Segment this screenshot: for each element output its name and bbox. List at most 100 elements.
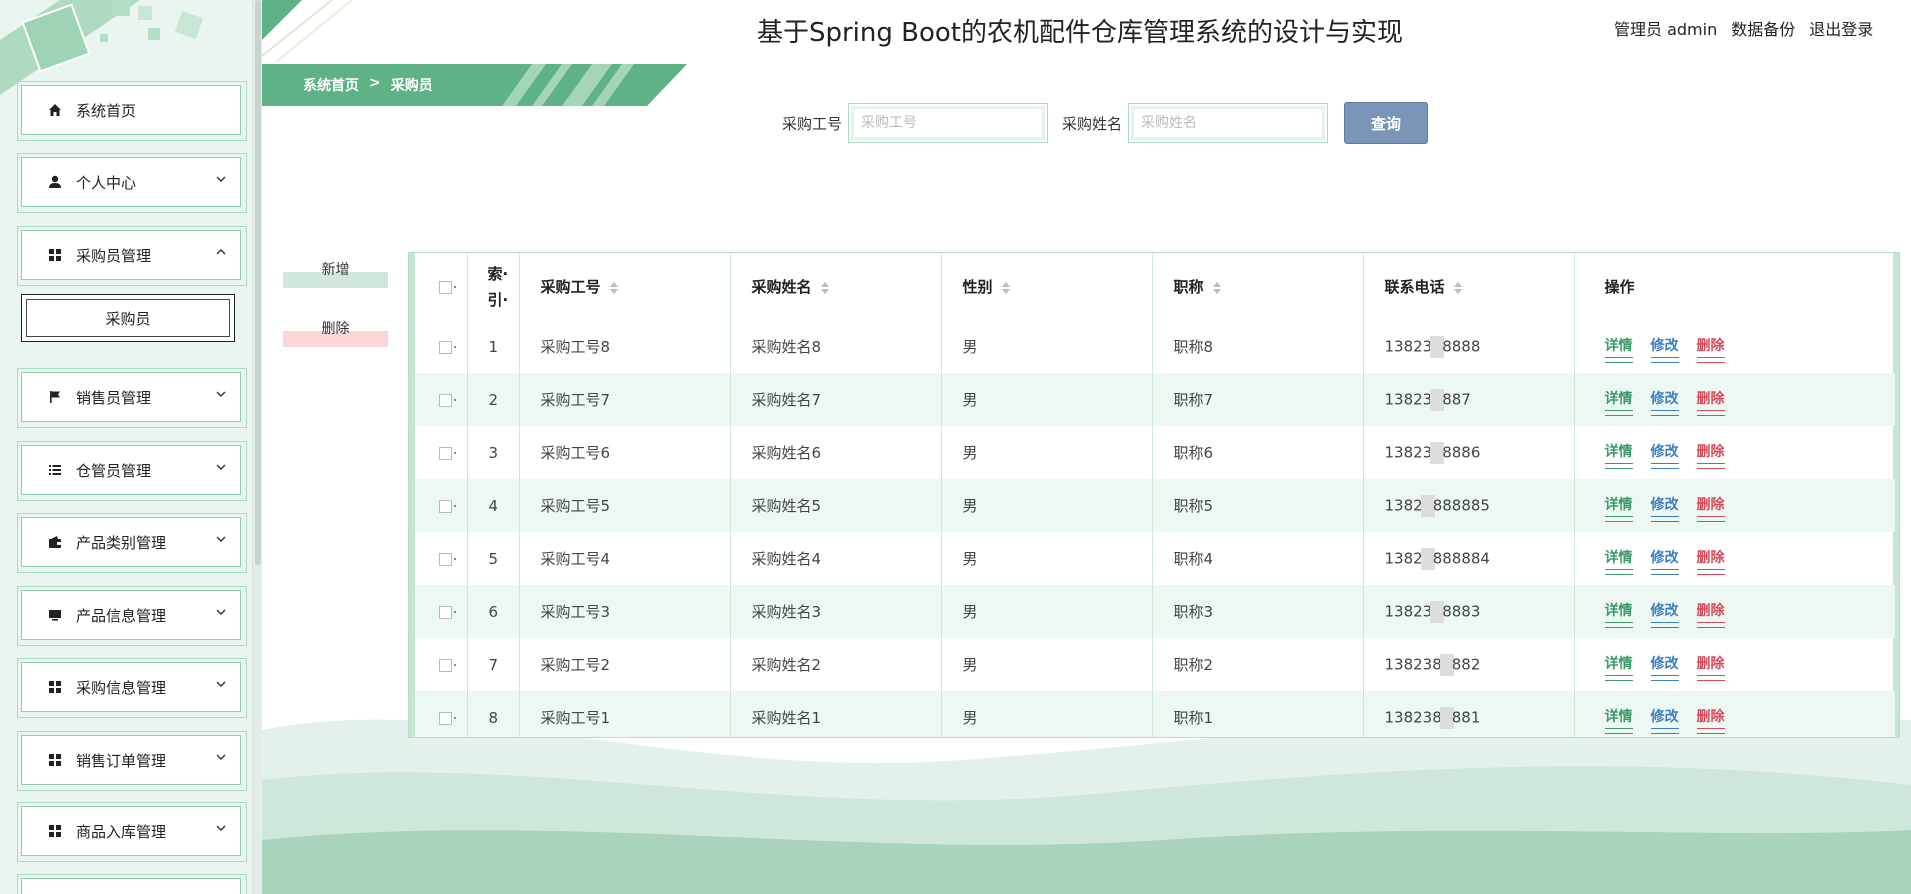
row-gender: 男 (941, 426, 1153, 479)
edit-link[interactable]: 修改 (1650, 441, 1679, 469)
row-checkbox[interactable] (439, 658, 452, 672)
row-phone-prefix: 138238 (1384, 708, 1442, 726)
row-gender: 男 (941, 638, 1153, 691)
edit-link[interactable]: 修改 (1650, 494, 1679, 522)
table-row: 7 采购工号2 采购姓名2 男 职称2 138238 882 详情 修改 删除 (415, 638, 1895, 691)
row-phone-suffix: 8888 (1442, 337, 1481, 355)
delete-link[interactable]: 删除 (1696, 441, 1725, 469)
edit-link[interactable]: 修改 (1650, 706, 1679, 734)
edit-link[interactable]: 修改 (1650, 335, 1679, 363)
sort-icon[interactable] (609, 280, 619, 296)
delete-link[interactable]: 删除 (1696, 600, 1725, 628)
gender-header-label: 性别 (962, 278, 993, 296)
sidebar-item-warehouse-keeper-management[interactable]: 仓管员管理 (17, 441, 247, 501)
sidebar-item-home[interactable]: 系统首页 (17, 81, 247, 141)
sort-icon[interactable] (1453, 280, 1463, 296)
detail-link[interactable]: 详情 (1604, 547, 1633, 575)
checkbox-dot (454, 505, 456, 507)
detail-link[interactable]: 详情 (1604, 653, 1633, 681)
sidebar-item-partial[interactable] (17, 874, 247, 894)
sidebar-item-sales-order-management[interactable]: 销售订单管理 (17, 731, 247, 791)
sort-icon[interactable] (1212, 280, 1222, 296)
delete-link[interactable]: 删除 (1696, 706, 1725, 734)
worker-id-header[interactable]: 采购工号 (519, 253, 731, 320)
row-ops: 详情 修改 删除 (1574, 585, 1895, 638)
edit-link[interactable]: 修改 (1650, 388, 1679, 416)
row-phone: 138238 881 (1363, 691, 1575, 737)
sidebar-subitem-label: 采购员 (105, 309, 151, 328)
row-phone-suffix: 882 (1451, 655, 1481, 673)
sidebar-item-label: 采购员管理 (76, 246, 152, 265)
title-header[interactable]: 职称 (1152, 253, 1364, 320)
delete-link[interactable]: 删除 (1696, 335, 1725, 363)
edit-link[interactable]: 修改 (1650, 547, 1679, 575)
data-backup-link[interactable]: 数据备份 (1731, 16, 1795, 40)
sidebar-item-product-info-management[interactable]: 产品信息管理 (17, 586, 247, 646)
sort-icon[interactable] (1001, 280, 1011, 296)
name-header[interactable]: 采购姓名 (730, 253, 942, 320)
delete-link[interactable]: 删除 (1696, 494, 1725, 522)
sidebar-item-label: 销售员管理 (76, 388, 152, 407)
sidebar-item-label: 产品信息管理 (76, 606, 167, 625)
flag-icon (48, 390, 62, 404)
row-phone-prefix: 1382 (1384, 496, 1423, 514)
row-checkbox[interactable] (439, 711, 452, 725)
sidebar-item-stock-in-management[interactable]: 商品入库管理 (17, 802, 247, 862)
select-all-checkbox[interactable] (439, 280, 452, 294)
row-checkbox[interactable] (439, 605, 452, 619)
sidebar-scrollbar[interactable] (252, 0, 262, 894)
edit-link[interactable]: 修改 (1650, 600, 1679, 628)
batch-delete-button[interactable]: 删除 (283, 321, 388, 347)
detail-link[interactable]: 详情 (1604, 441, 1633, 469)
table-row: 3 采购工号6 采购姓名6 男 职称6 13823 8886 详情 修改 删除 (415, 426, 1895, 479)
row-checkbox[interactable] (439, 499, 452, 513)
logout-link[interactable]: 退出登录 (1809, 16, 1873, 40)
row-checkbox[interactable] (439, 446, 452, 460)
wallet-icon (48, 535, 62, 549)
row-checkbox[interactable] (439, 340, 452, 354)
ops-header-label: 操作 (1604, 278, 1635, 296)
checkbox-dot (454, 452, 456, 454)
row-phone-suffix: 888885 (1432, 496, 1490, 514)
row-ops: 详情 修改 删除 (1574, 426, 1895, 479)
row-checkbox[interactable] (439, 552, 452, 566)
phone-header[interactable]: 联系电话 (1363, 253, 1575, 320)
sidebar-item-product-category-management[interactable]: 产品类别管理 (17, 513, 247, 573)
chevron-down-icon (216, 536, 226, 542)
edit-link[interactable]: 修改 (1650, 653, 1679, 681)
row-index: 7 (467, 638, 520, 691)
row-phone-suffix: 881 (1451, 708, 1481, 726)
delete-link[interactable]: 删除 (1696, 653, 1725, 681)
query-button[interactable]: 查询 (1344, 102, 1429, 144)
sidebar-item-sales-management[interactable]: 销售员管理 (17, 368, 247, 428)
row-title: 职称7 (1152, 373, 1364, 426)
row-ops: 详情 修改 删除 (1574, 320, 1895, 373)
name-input[interactable] (1128, 103, 1329, 143)
sidebar-subitem-purchaser[interactable]: 采购员 (21, 294, 235, 342)
sidebar-item-purchase-info-management[interactable]: 采购信息管理 (17, 658, 247, 718)
sidebar-item-personal-center[interactable]: 个人中心 (17, 153, 247, 213)
row-index: 8 (467, 691, 520, 737)
header-decoration (262, 0, 353, 62)
row-checkbox-cell (415, 373, 468, 426)
detail-link[interactable]: 详情 (1604, 600, 1633, 628)
delete-link[interactable]: 删除 (1696, 388, 1725, 416)
add-button[interactable]: 新增 (283, 262, 388, 288)
gender-header[interactable]: 性别 (941, 253, 1153, 320)
breadcrumb-home[interactable]: 系统首页 (303, 75, 359, 95)
detail-link[interactable]: 详情 (1604, 388, 1633, 416)
sidebar-scrollbar-thumb[interactable] (255, 0, 261, 565)
row-checkbox[interactable] (439, 393, 452, 407)
current-user-label: 管理员 admin (1614, 20, 1718, 39)
detail-link[interactable]: 详情 (1604, 494, 1633, 522)
delete-link[interactable]: 删除 (1696, 547, 1725, 575)
detail-link[interactable]: 详情 (1604, 335, 1633, 363)
worker-id-input[interactable] (848, 103, 1049, 143)
row-gender: 男 (941, 585, 1153, 638)
sidebar-item-label: 采购信息管理 (76, 678, 167, 697)
row-worker-id: 采购工号5 (519, 479, 731, 532)
sort-icon[interactable] (820, 280, 830, 296)
row-phone-prefix: 13823 (1384, 443, 1433, 461)
detail-link[interactable]: 详情 (1604, 706, 1633, 734)
sidebar-item-purchaser-management[interactable]: 采购员管理 (17, 226, 247, 286)
